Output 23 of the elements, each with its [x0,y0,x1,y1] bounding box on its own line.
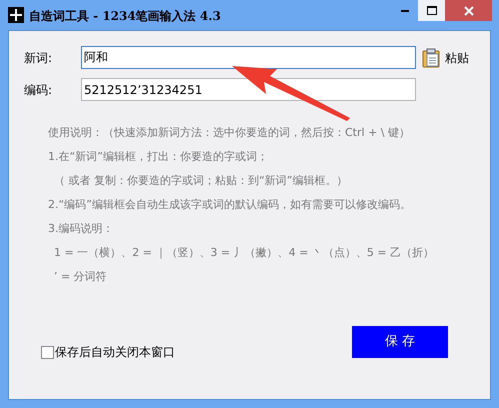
instruction-text: 1.在“新词”编辑框，打出：你要造的字或词； [48,149,269,165]
close-icon [464,6,474,16]
app-icon [8,7,24,23]
paste-button[interactable]: 粘贴 [422,48,469,68]
checkbox[interactable] [41,346,54,358]
field-label: 编码: [24,82,54,98]
instruction-text: 3.编码说明： [48,221,114,237]
clipboard-icon [422,48,440,68]
instruction-text: 使用说明：（快速添加新词方法：选中你要造的词，然后按：Ctrl + \ 键） [48,125,411,141]
input-field[interactable]: 阿和 [81,46,416,69]
maximize-button[interactable] [418,0,445,21]
maximize-icon [426,6,436,15]
close-button[interactable] [445,0,492,21]
field-label: 新词: [24,50,54,66]
instruction-text: 1 = 一（横）、2 = ｜（竖）、3 = 丿（撇）、4 = 丶（点）、5 = 乙（折） [53,245,436,261]
input-field[interactable]: 5212512’31234251 [81,78,416,101]
minimize-icon [401,10,409,12]
window-title: 自造词工具 - 1234笔画输入法 4.3 [29,8,221,25]
auto-close-label: 保存后自动关闭本窗口 [55,344,175,361]
instruction-text: 2.“编码”编辑框会自动生成该字或词的默认编码，如有需要可以修改编码。 [48,197,412,213]
instruction-text: （ 或者 复制：你要造的字或词；粘贴：到“新词”编辑框。） [53,173,348,189]
instruction-text: ’ = 分词符 [53,269,108,285]
save-button[interactable]: 保 存 [352,326,448,358]
